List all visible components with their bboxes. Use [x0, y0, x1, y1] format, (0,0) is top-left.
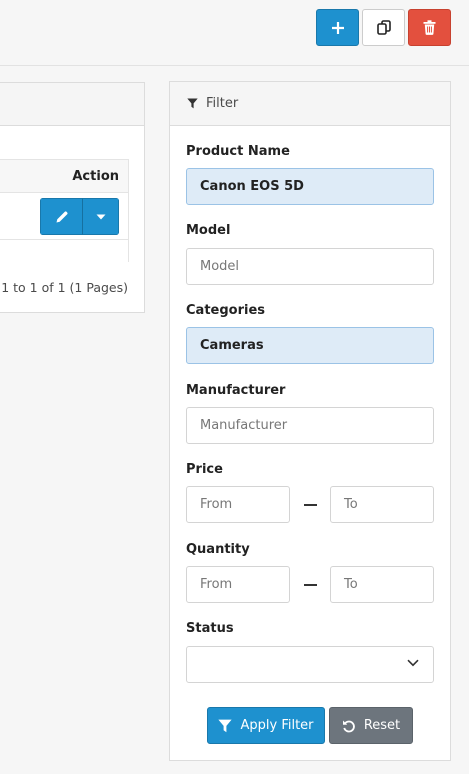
- product-name-input[interactable]: Canon EOS 5D: [186, 168, 434, 205]
- pagination-summary: g 1 to 1 of 1 (1 Pages): [0, 280, 128, 295]
- price-from-input[interactable]: From: [186, 486, 290, 523]
- price-range-dash: [304, 504, 317, 506]
- table-row: [0, 193, 128, 240]
- apply-filter-button[interactable]: Apply Filter: [207, 707, 325, 744]
- categories-input[interactable]: Cameras: [186, 327, 434, 364]
- product-list-header: [0, 83, 144, 126]
- categories-label: Categories: [186, 303, 266, 318]
- edit-button[interactable]: [40, 198, 83, 235]
- copy-button[interactable]: [362, 9, 405, 46]
- add-new-button[interactable]: [316, 9, 359, 46]
- trash-icon: [423, 20, 436, 35]
- apply-filter-label: Apply Filter: [240, 718, 314, 733]
- manufacturer-label: Manufacturer: [186, 383, 286, 398]
- price-to-input[interactable]: To: [330, 486, 434, 523]
- model-input[interactable]: Model: [186, 248, 434, 285]
- delete-button[interactable]: [408, 9, 451, 46]
- funnel-icon: [187, 98, 198, 109]
- copy-icon: [376, 20, 391, 35]
- chevron-down-icon: [407, 659, 419, 667]
- price-label: Price: [186, 462, 223, 477]
- column-header-action: Action: [0, 159, 128, 193]
- row-menu-toggle[interactable]: [83, 198, 119, 235]
- funnel-icon: [218, 719, 233, 732]
- filter-panel-header: Filter: [170, 82, 450, 126]
- filter-panel: Filter Product Name Canon EOS 5D Model M…: [169, 81, 451, 761]
- quantity-to-input[interactable]: To: [330, 566, 434, 603]
- quantity-range-dash: [304, 584, 317, 586]
- filter-title: Filter: [206, 96, 239, 111]
- row-action-group: [40, 198, 119, 235]
- status-select[interactable]: [186, 646, 434, 683]
- plus-icon: [331, 21, 344, 34]
- undo-icon: [342, 720, 355, 732]
- reset-button[interactable]: Reset: [329, 707, 413, 744]
- quantity-label: Quantity: [186, 542, 250, 557]
- product-name-label: Product Name: [186, 144, 290, 159]
- status-label: Status: [186, 621, 234, 636]
- quantity-from-input[interactable]: From: [186, 566, 290, 603]
- caret-down-icon: [96, 214, 105, 219]
- page-toolbar: [0, 0, 469, 66]
- reset-label: Reset: [363, 718, 401, 733]
- pencil-icon: [56, 210, 68, 222]
- product-table: Action: [0, 159, 129, 262]
- manufacturer-input[interactable]: Manufacturer: [186, 407, 434, 444]
- product-list-panel: Action g 1 to 1 of 1 (1 Pages): [0, 82, 145, 313]
- model-label: Model: [186, 223, 231, 238]
